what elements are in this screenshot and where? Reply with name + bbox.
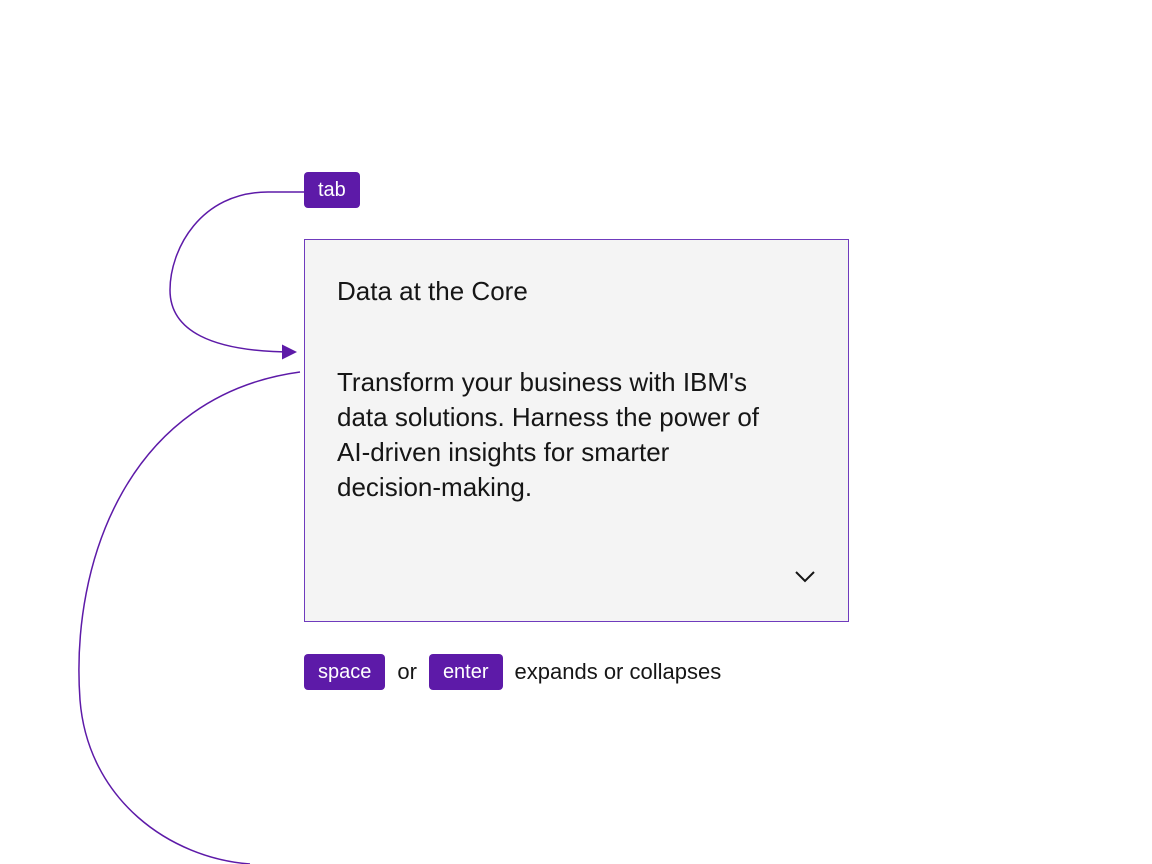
space-key-badge: space: [304, 654, 385, 690]
card-body: Transform your business with IBM's data …: [337, 365, 777, 505]
expandable-card[interactable]: Data at the Core Transform your business…: [304, 239, 849, 622]
hint-action: expands or collapses: [515, 659, 722, 685]
card-title: Data at the Core: [337, 276, 816, 307]
tab-key-badge: tab: [304, 172, 360, 208]
keyboard-hint-row: space or enter expands or collapses: [304, 654, 721, 690]
chevron-down-icon[interactable]: [794, 570, 816, 589]
hint-or: or: [397, 659, 417, 685]
enter-key-badge: enter: [429, 654, 503, 690]
